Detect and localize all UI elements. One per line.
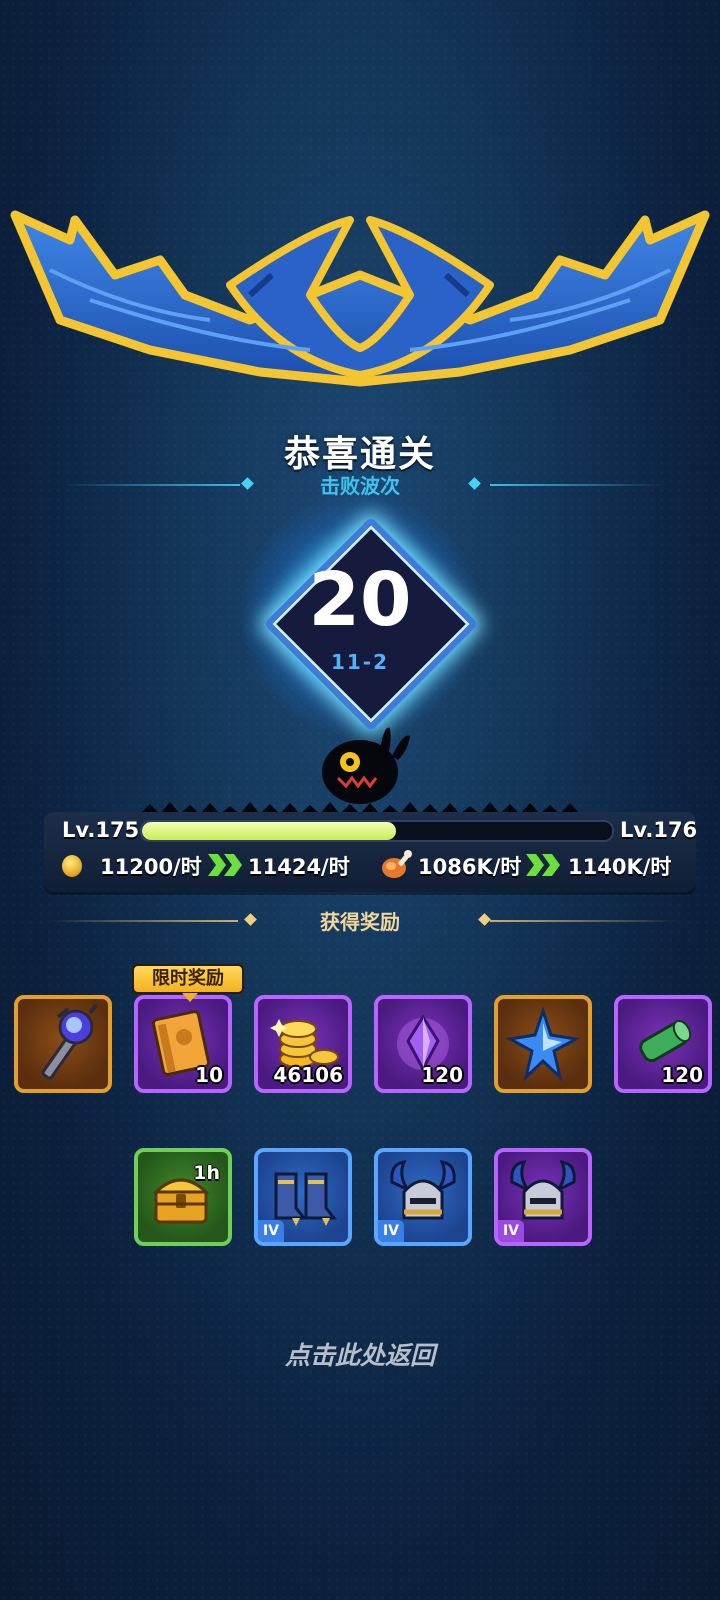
reward-item-staff[interactable] bbox=[14, 995, 112, 1093]
next-level-label: Lv.176 bbox=[620, 818, 698, 842]
staff-icon bbox=[41, 1003, 98, 1080]
chest-duration: 1h bbox=[193, 1162, 220, 1184]
crown-banner bbox=[10, 210, 710, 387]
reward-item-crystal[interactable]: 120 bbox=[374, 995, 472, 1093]
reward-quantity: 120 bbox=[661, 1063, 703, 1087]
gold-coin-icon bbox=[62, 855, 82, 877]
limited-reward-badge: 限时奖励 bbox=[132, 964, 244, 1002]
reward-item-helmet-epic[interactable]: IV bbox=[494, 1148, 592, 1246]
rewards-header: 获得奖励 bbox=[0, 906, 720, 936]
divider-line-right bbox=[490, 920, 680, 922]
stage-number: 11-2 bbox=[330, 650, 390, 674]
reward-item-book[interactable]: 10 bbox=[134, 995, 232, 1093]
reward-quantity: 10 bbox=[195, 1063, 223, 1087]
blue-star-shard-icon bbox=[505, 1006, 581, 1082]
xp-progress-fill bbox=[142, 822, 396, 840]
gold-rate-next: 11424/时 bbox=[248, 855, 350, 879]
divider-line-right bbox=[490, 484, 665, 486]
equipment-tier: IV bbox=[498, 1220, 524, 1242]
reward-quantity: 46106 bbox=[273, 1063, 343, 1087]
reward-item-boots[interactable]: IV bbox=[254, 1148, 352, 1246]
reward-item-star-shard[interactable] bbox=[494, 995, 592, 1093]
reward-item-scroll[interactable]: 120 bbox=[614, 995, 712, 1093]
food-rate-next: 1140K/时 bbox=[568, 855, 672, 879]
double-chevron-right-icon bbox=[208, 854, 242, 876]
reward-item-helmet[interactable]: IV bbox=[374, 1148, 472, 1246]
gold-rate-current: 11200/时 bbox=[100, 855, 202, 879]
tap-to-return-button[interactable]: 点击此处返回 bbox=[0, 1336, 720, 1372]
meat-drumstick-icon bbox=[382, 850, 412, 878]
wave-count: 20 bbox=[308, 557, 412, 643]
current-level-label: Lv.175 bbox=[62, 818, 140, 842]
equipment-tier: IV bbox=[258, 1220, 284, 1242]
reward-quantity: 120 bbox=[421, 1063, 463, 1087]
equipment-tier: IV bbox=[378, 1220, 404, 1242]
monster-silhouette-icon bbox=[322, 727, 410, 804]
xp-progress-bar bbox=[140, 820, 614, 842]
reward-item-gold[interactable]: 46106 bbox=[254, 995, 352, 1093]
double-chevron-right-icon bbox=[526, 854, 560, 876]
reward-item-chest[interactable]: 1h bbox=[134, 1148, 232, 1246]
food-rate-current: 1086K/时 bbox=[418, 855, 522, 879]
